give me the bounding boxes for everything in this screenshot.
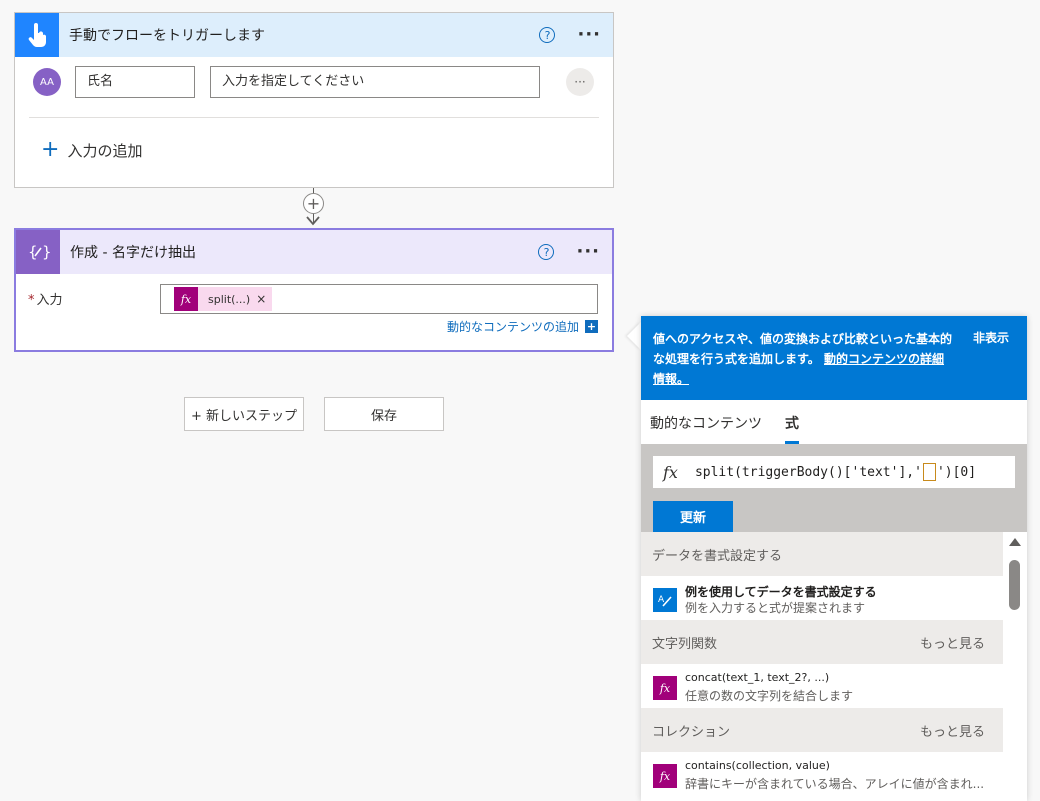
compose-title: 作成 - 名字だけ抽出 — [70, 245, 196, 261]
scroll-up-icon[interactable] — [1009, 538, 1021, 546]
function-list: データを書式設定する A 例を使用してデータを書式設定する 例を入力すると式が提… — [641, 532, 1003, 801]
info-banner: 値へのアクセスや、値の変換および比較といった基本的な処理を行う式を追加します。 … — [641, 316, 1027, 400]
insert-step-button[interactable]: + — [303, 193, 324, 214]
update-button[interactable]: 更新 — [653, 501, 733, 532]
compose-braces-icon: { } — [16, 230, 60, 274]
more-options-icon[interactable]: ··· — [576, 243, 600, 261]
compose-card: { } 作成 - 名字だけ抽出 ? ··· *入力 fx split(...) … — [14, 228, 614, 352]
divider — [29, 117, 599, 118]
input-label: * 入力 — [28, 293, 63, 308]
see-more-link[interactable]: もっと見る — [920, 633, 985, 652]
list-item[interactable]: fx contains(collection, value) 辞書にキーが含まれ… — [641, 752, 1003, 796]
svg-text:{: { — [28, 243, 38, 261]
more-options-icon[interactable]: ··· — [577, 26, 601, 44]
input-name-field[interactable]: 氏名 — [75, 66, 195, 98]
panel-tabs: 動的なコンテンツ 式 — [641, 400, 1027, 444]
remove-token-icon[interactable]: × — [256, 292, 272, 306]
trigger-card: 手動でフローをトリガーします ? ··· AA 氏名 入力を指定してください ·… — [14, 12, 614, 188]
text-cursor-selection — [922, 463, 936, 481]
scroll-thumb[interactable] — [1009, 560, 1020, 610]
add-dynamic-content-link[interactable]: 動的なコンテンツの追加 + — [447, 318, 598, 335]
trigger-input-row: AA 氏名 入力を指定してください ··· — [15, 66, 613, 98]
expression-code: split(triggerBody()['text'],' ')[0] — [694, 463, 977, 481]
fx-icon: fx — [174, 287, 198, 311]
fx-icon: fx — [653, 764, 677, 788]
add-square-icon: + — [585, 320, 598, 333]
add-input-label: 入力の追加 — [67, 141, 143, 160]
help-icon[interactable]: ? — [538, 244, 555, 260]
list-item[interactable]: A 例を使用してデータを書式設定する 例を入力すると式が提案されます — [641, 576, 1003, 620]
svg-text:A: A — [658, 595, 665, 605]
see-more-link[interactable]: もっと見る — [920, 721, 985, 740]
add-input-button[interactable]: + 入力の追加 — [41, 139, 142, 161]
list-item[interactable]: fx concat(text_1, text_2?, ...) 任意の数の文字列… — [641, 664, 1003, 708]
expression-token[interactable]: fx split(...) × — [174, 287, 273, 311]
token-label: split(...) — [208, 292, 251, 306]
hide-button[interactable]: 非表示 — [973, 329, 1009, 346]
new-step-button[interactable]: + 新しいステップ — [184, 397, 304, 431]
fx-icon: fx — [653, 676, 677, 700]
svg-text:}: } — [42, 243, 50, 261]
input-prompt-field[interactable]: 入力を指定してください — [210, 66, 540, 98]
panel-caret — [627, 322, 641, 350]
section-format-data: データを書式設定する — [641, 532, 1003, 576]
banner-text: 値へのアクセスや、値の変換および比較といった基本的な処理を行う式を追加します。 … — [653, 332, 953, 386]
save-button[interactable]: 保存 — [324, 397, 444, 431]
scrollbar[interactable] — [1003, 532, 1027, 801]
compose-input-field[interactable]: fx split(...) × — [160, 284, 598, 314]
arrow-down-icon — [306, 216, 320, 226]
help-icon[interactable]: ? — [539, 27, 556, 43]
section-string-functions: 文字列関数 もっと見る — [641, 620, 1003, 664]
format-by-example-icon: A — [653, 588, 677, 612]
expression-input[interactable]: fx split(triggerBody()['text'],' ')[0] — [653, 456, 1015, 488]
trigger-title: 手動でフローをトリガーします — [69, 28, 265, 44]
fx-icon: fx — [663, 462, 678, 482]
section-collection: コレクション もっと見る — [641, 708, 1003, 752]
compose-card-header[interactable]: { } 作成 - 名字だけ抽出 ? ··· — [16, 230, 612, 274]
expression-panel: 値へのアクセスや、値の変換および比較といった基本的な処理を行う式を追加します。 … — [641, 316, 1027, 801]
row-more-button[interactable]: ··· — [566, 68, 594, 96]
hand-touch-icon — [15, 13, 59, 57]
tab-dynamic-content[interactable]: 動的なコンテンツ — [650, 413, 762, 433]
plus-icon: + — [41, 137, 60, 162]
text-type-icon: AA — [33, 68, 61, 96]
trigger-card-header[interactable]: 手動でフローをトリガーします ? ··· — [15, 13, 613, 57]
expression-editor-area: fx split(triggerBody()['text'],' ')[0] 更新 — [641, 444, 1027, 532]
tab-expression[interactable]: 式 — [785, 413, 799, 433]
